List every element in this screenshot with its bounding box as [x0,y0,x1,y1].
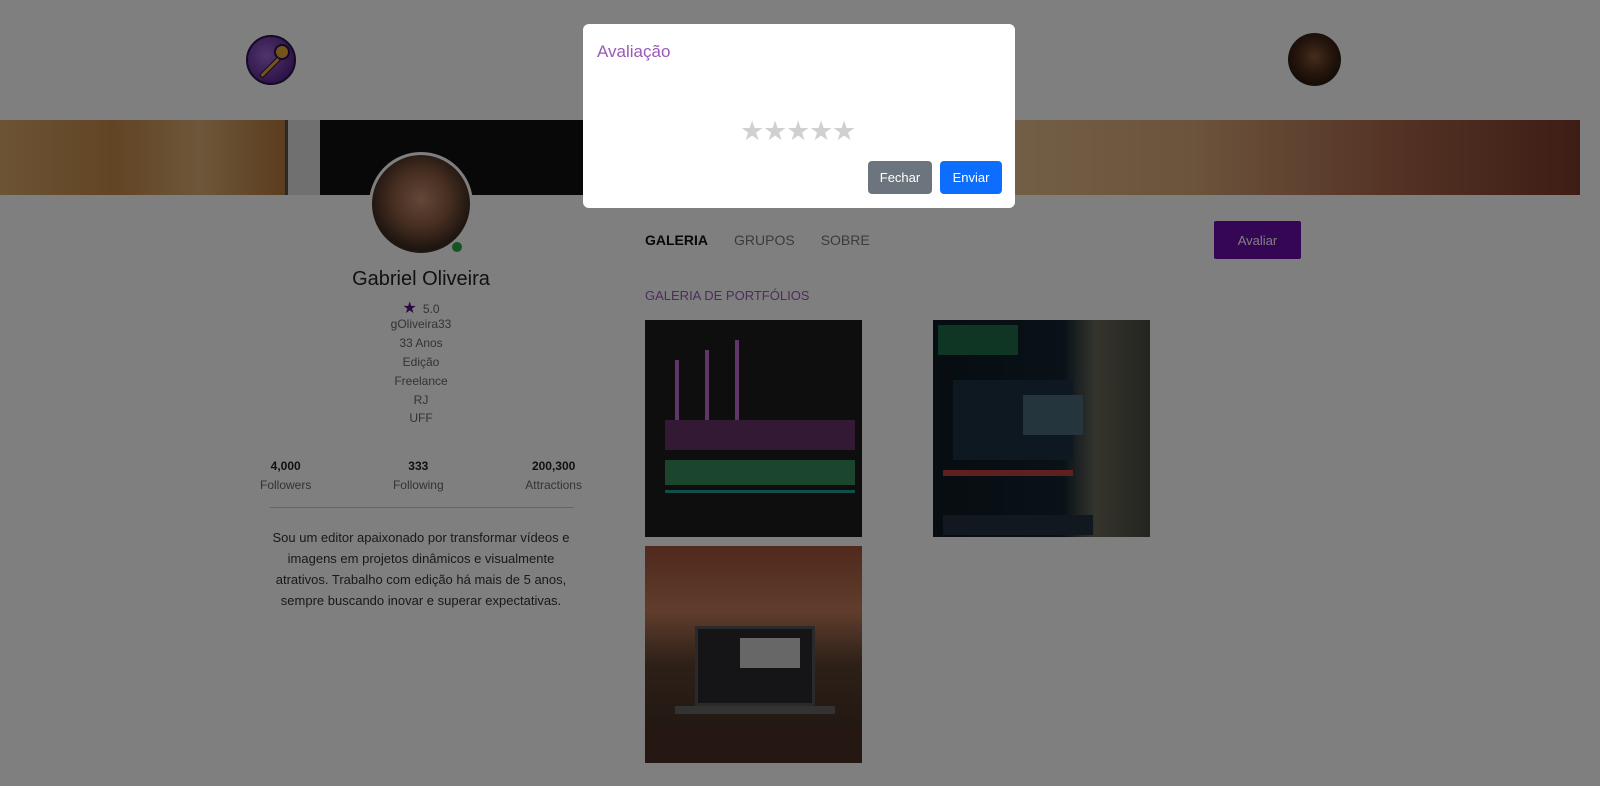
star-icon-1[interactable]: ★ [740,118,764,145]
star-icon-5[interactable]: ★ [832,118,856,145]
send-button[interactable]: Enviar [940,161,1002,194]
star-rating-input: ★ ★ ★ ★ ★ [740,118,856,145]
modal-title: Avaliação [597,42,671,61]
star-icon-4[interactable]: ★ [809,118,833,145]
star-icon-2[interactable]: ★ [763,118,787,145]
star-icon-3[interactable]: ★ [786,118,810,145]
rating-modal: Avaliação ★ ★ ★ ★ ★ Fechar Enviar [583,24,1015,208]
close-button[interactable]: Fechar [868,161,932,194]
